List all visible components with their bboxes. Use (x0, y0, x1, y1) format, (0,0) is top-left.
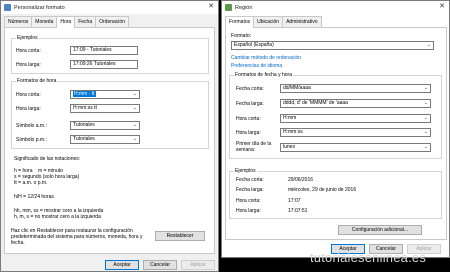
first-day-value: lunes (283, 144, 295, 150)
tab-numbers[interactable]: Números (4, 16, 33, 27)
short-date-label: Fecha corta: (236, 86, 264, 92)
format-tabs: Números Moneda Hora Fecha Ordenación (4, 16, 129, 28)
chevron-down-icon: ⌄ (423, 85, 428, 91)
short-time-format-label: Hora corta: (16, 92, 41, 98)
region-app-icon (225, 4, 232, 11)
short-date-value: dd/MM/aaaa (283, 85, 311, 91)
format-label: Formato: (231, 33, 252, 39)
format-value: Español (España) (234, 42, 274, 48)
settings-app-icon (4, 4, 11, 11)
watermark-text: tutorialesenlinea.es (310, 250, 427, 265)
close-icon[interactable]: ✕ (439, 3, 445, 11)
region-window: Región ✕ Formatos Ubicación Administrati… (221, 0, 450, 258)
long-date-label: Fecha larga: (236, 101, 264, 107)
example-short-time-label: Hora corta: (236, 198, 261, 204)
pm-symbol-value: Tutoriales (73, 136, 95, 142)
long-time-format-label: Hora larga: (16, 106, 41, 112)
time-formats-group-label: Formatos de hora (16, 78, 58, 84)
short-time-value: H:mm (283, 115, 297, 121)
chevron-down-icon: ⌄ (132, 136, 137, 142)
example-long-time-label: Hora larga: (236, 208, 261, 214)
chevron-down-icon: ⌄ (423, 144, 428, 150)
region-examples-group-label: Ejemplos (234, 168, 257, 174)
notation-basic: h = hora m = minuto s = segundo (solo ho… (14, 168, 80, 187)
reset-button[interactable]: Restablecer (155, 231, 205, 241)
pm-symbol-combo[interactable]: Tutoriales ⌄ (70, 135, 140, 144)
region-titlebar: Región ✕ (222, 1, 449, 14)
examples-group-label: Ejemplos (16, 35, 39, 41)
tab-currency[interactable]: Moneda (31, 16, 58, 27)
notation-12-24: h/H = 12/24 horas (14, 194, 54, 200)
short-time-label: Hora corta: (236, 116, 261, 122)
chevron-down-icon: ⌄ (132, 122, 137, 128)
chevron-down-icon: ⌄ (423, 100, 428, 106)
tab-formats[interactable]: Formatos (225, 16, 255, 28)
long-time-label: Hora larga: (236, 130, 261, 136)
chevron-down-icon: ⌄ (423, 129, 428, 135)
time-formats-group: Formatos de hora Hora corta: H:mm - tt ⌄… (11, 78, 209, 149)
am-symbol-combo[interactable]: Tutoriales ⌄ (70, 121, 140, 130)
customize-format-titlebar: Personalizar formato ✕ (1, 1, 218, 14)
first-day-label: Primer día de la semana: (236, 141, 272, 154)
long-time-combo[interactable]: H:mm:ss ⌄ (280, 128, 431, 137)
am-symbol-label: Símbolo a.m.: (16, 123, 47, 129)
long-date-value: dddd, d' de 'MMMM' de 'aaaa (283, 100, 348, 106)
chevron-down-icon: ⌄ (426, 42, 431, 48)
long-time-example-field: 17:09:26 Tutoriales (70, 60, 138, 69)
example-long-date-value: miércoles, 29 de junio de 2016 (288, 187, 357, 193)
tab-date[interactable]: Fecha (74, 16, 97, 27)
short-time-format-combo[interactable]: H:mm - tt ⌄ (70, 90, 140, 99)
format-combo[interactable]: Español (España) ⌄ (231, 41, 434, 50)
example-long-time-value: 17:07:51 (288, 208, 308, 214)
first-day-combo[interactable]: lunes ⌄ (280, 143, 431, 152)
example-long-date-label: Fecha larga: (236, 187, 264, 193)
customize-format-window: Personalizar formato ✕ Números Moneda Ho… (0, 0, 219, 272)
reset-description: Haz clic en Restablecer para restaurar l… (11, 228, 143, 247)
apply-button[interactable]: Aplicar (181, 260, 215, 270)
region-tabs: Formatos Ubicación Administrativo (225, 16, 322, 28)
short-time-example-label: Hora corta: (16, 48, 41, 54)
examples-group: Ejemplos Hora corta: 17:09 - Tutoriales … (11, 35, 209, 74)
tab-sorting[interactable]: Ordenación (95, 16, 129, 27)
formats-tab-panel: Formato: Español (España) ⌄ Cambiar méto… (225, 27, 447, 240)
long-time-format-combo[interactable]: H:mm:ss tt ⌄ (70, 104, 140, 113)
long-time-value: H:mm:ss (283, 129, 303, 135)
short-time-combo[interactable]: H:mm ⌄ (280, 114, 431, 123)
chevron-down-icon: ⌄ (132, 105, 137, 111)
notation-leading-zero: hh, mm, ss = mostrar cero a la izquierda… (14, 208, 104, 221)
example-short-date-label: Fecha corta: (236, 177, 264, 183)
window-title: Región (235, 4, 253, 11)
long-date-combo[interactable]: dddd, d' de 'MMMM' de 'aaaa ⌄ (280, 99, 431, 108)
short-time-example-field: 17:09 - Tutoriales (70, 46, 138, 55)
notation-title: Significado de las notaciones: (14, 156, 81, 162)
pm-symbol-label: Símbolo p.m.: (16, 137, 47, 143)
ok-button[interactable]: Aceptar (105, 260, 139, 270)
long-time-example-label: Hora larga: (16, 62, 41, 68)
chevron-down-icon: ⌄ (132, 91, 137, 97)
language-preferences-link[interactable]: Preferencias de idioma (231, 63, 282, 69)
tab-administrative[interactable]: Administrativo (282, 16, 322, 27)
date-time-formats-group: Formatos de fecha y hora Fecha corta: dd… (229, 72, 442, 159)
short-date-combo[interactable]: dd/MM/aaaa ⌄ (280, 84, 431, 93)
change-sort-method-link[interactable]: Cambiar método de ordenación (231, 55, 301, 61)
window-title: Personalizar formato (14, 4, 65, 11)
region-examples-group: Ejemplos Fecha corta: 29/06/2016 Fecha l… (229, 168, 442, 219)
additional-settings-button[interactable]: Configuración adicional... (338, 225, 422, 235)
tab-location[interactable]: Ubicación (253, 16, 284, 27)
date-time-formats-group-label: Formatos de fecha y hora (234, 72, 293, 78)
time-tab-panel: Ejemplos Hora corta: 17:09 - Tutoriales … (4, 27, 215, 254)
cancel-button[interactable]: Cancelar (143, 260, 177, 270)
am-symbol-value: Tutoriales (73, 122, 95, 128)
short-time-format-value: H:mm - tt (73, 91, 96, 97)
close-icon[interactable]: ✕ (208, 3, 214, 11)
example-short-time-value: 17:07 (288, 198, 301, 204)
tab-time[interactable]: Hora (56, 16, 76, 28)
example-short-date-value: 29/06/2016 (288, 177, 314, 183)
long-time-format-value: H:mm:ss tt (73, 105, 97, 111)
chevron-down-icon: ⌄ (423, 115, 428, 121)
